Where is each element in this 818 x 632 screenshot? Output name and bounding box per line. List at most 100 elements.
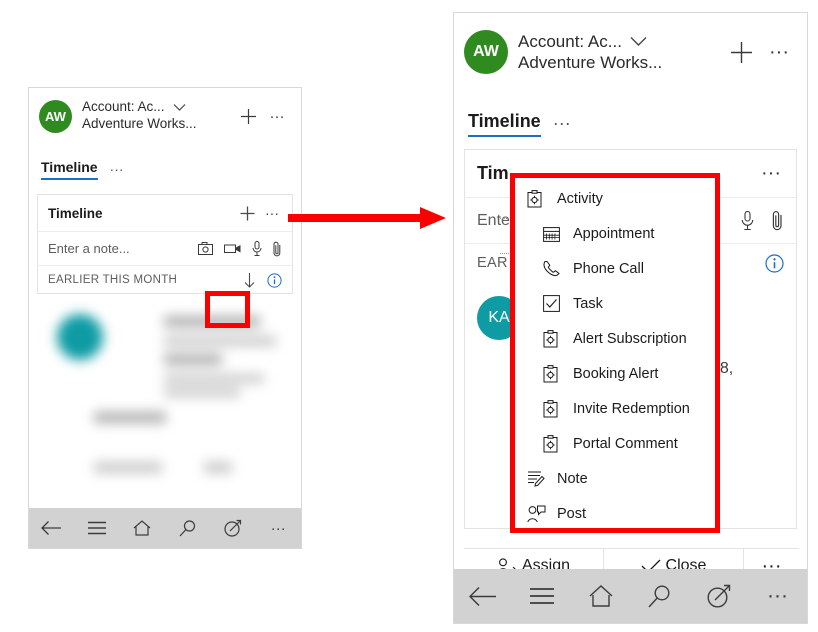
hamburger-menu-icon[interactable] bbox=[84, 515, 110, 541]
avatar: AW bbox=[464, 30, 508, 74]
menu-item-label: Task bbox=[573, 295, 603, 312]
plus-icon[interactable] bbox=[237, 105, 259, 127]
blurred-timeline-record bbox=[39, 302, 291, 487]
blur-line bbox=[164, 374, 264, 383]
home-icon[interactable] bbox=[129, 515, 155, 541]
info-circle-icon[interactable] bbox=[765, 253, 784, 273]
task-checkbox-icon bbox=[543, 295, 565, 312]
back-arrow-icon[interactable] bbox=[39, 515, 65, 541]
section-icon-group bbox=[244, 272, 282, 288]
menu-item-label: Booking Alert bbox=[573, 365, 659, 382]
pen-circle-icon[interactable] bbox=[220, 515, 246, 541]
more-ellipsis-icon[interactable]: ··· bbox=[761, 579, 795, 613]
note-input-row[interactable]: Enter a note... bbox=[38, 232, 292, 266]
chevron-down-icon[interactable] bbox=[173, 103, 186, 112]
account-header: AW Account: Ac... Adventure Works... ··· bbox=[454, 13, 807, 91]
plus-icon[interactable] bbox=[727, 38, 755, 66]
calendar-icon bbox=[543, 226, 565, 242]
microphone-icon[interactable] bbox=[252, 241, 262, 256]
menu-item-invite-redemption[interactable]: Invite Redemption bbox=[515, 391, 715, 426]
camera-icon[interactable] bbox=[198, 242, 213, 255]
clipboard-gear-icon bbox=[543, 434, 565, 453]
menu-item-label: Invite Redemption bbox=[573, 400, 690, 417]
tabbar: Timeline ··· bbox=[29, 144, 301, 180]
attachment-icon[interactable] bbox=[772, 210, 784, 231]
timeline-section-header: EARLIER THIS MONTH bbox=[38, 266, 292, 294]
menu-item-post[interactable]: Post bbox=[515, 496, 715, 531]
blur-line bbox=[204, 462, 232, 473]
account-header: AW Account: Ac... Adventure Works... ··· bbox=[29, 88, 301, 144]
record-avatar-initials: KA bbox=[488, 309, 510, 326]
hamburger-menu-icon[interactable] bbox=[525, 579, 559, 613]
tab-more-icon[interactable]: ··· bbox=[553, 113, 571, 137]
red-flow-arrow bbox=[288, 200, 448, 236]
search-icon[interactable] bbox=[175, 515, 201, 541]
clipboard-gear-icon bbox=[527, 189, 549, 208]
account-entity-label: Account: Ac... bbox=[82, 99, 165, 115]
back-arrow-icon[interactable] bbox=[466, 579, 500, 613]
blur-line bbox=[94, 412, 166, 423]
arrow-down-icon[interactable] bbox=[244, 272, 255, 288]
pen-circle-icon[interactable] bbox=[702, 579, 736, 613]
more-ellipsis-icon[interactable]: ··· bbox=[267, 106, 287, 126]
menu-item-alert-subscription[interactable]: Alert Subscription bbox=[515, 321, 715, 356]
menu-item-label: Alert Subscription bbox=[573, 330, 687, 347]
microphone-icon[interactable] bbox=[741, 211, 754, 230]
menu-item-label: Activity bbox=[557, 190, 603, 207]
avatar-initials: AW bbox=[45, 108, 66, 124]
menu-item-appointment[interactable]: Appointment bbox=[515, 216, 715, 251]
section-icon-group bbox=[765, 253, 784, 273]
search-icon[interactable] bbox=[643, 579, 677, 613]
tab-timeline[interactable]: Timeline bbox=[41, 159, 98, 180]
menu-item-note[interactable]: Note bbox=[515, 461, 715, 496]
account-name-label: Adventure Works... bbox=[518, 53, 663, 72]
record-avatar bbox=[57, 314, 103, 360]
clipboard-gear-icon bbox=[543, 364, 565, 383]
blur-line bbox=[164, 354, 222, 365]
menu-item-task[interactable]: Task bbox=[515, 286, 715, 321]
tab-more-icon[interactable]: ··· bbox=[110, 161, 124, 180]
home-icon[interactable] bbox=[584, 579, 618, 613]
section-label: EARLIER THIS MONTH bbox=[48, 274, 178, 286]
phone-icon bbox=[543, 260, 565, 277]
menu-item-booking-alert[interactable]: Booking Alert bbox=[515, 356, 715, 391]
red-highlight-plus-button bbox=[205, 291, 250, 328]
video-icon[interactable] bbox=[224, 243, 241, 254]
more-ellipsis-icon[interactable]: ··· bbox=[265, 515, 291, 541]
timeline-card-title: Timeline bbox=[48, 205, 103, 221]
menu-item-label: Phone Call bbox=[573, 260, 644, 277]
timeline-card: Timeline ··· Enter a note... EARLIER THI… bbox=[37, 194, 293, 294]
menu-item-label: Note bbox=[557, 470, 588, 487]
section-label: EAR bbox=[477, 255, 508, 271]
avatar-initials: AW bbox=[473, 43, 499, 60]
note-placeholder: Ente bbox=[477, 211, 510, 229]
menu-item-portal-comment[interactable]: Portal Comment bbox=[515, 426, 715, 461]
more-ellipsis-icon[interactable]: ··· bbox=[758, 162, 784, 185]
menu-item-label: Post bbox=[557, 505, 587, 522]
timeline-card-title: Tim bbox=[477, 163, 509, 183]
account-entity-label: Account: Ac... bbox=[518, 31, 622, 51]
menu-item-phone-call[interactable]: Phone Call bbox=[515, 251, 715, 286]
blur-line bbox=[164, 388, 240, 397]
note-icon-group bbox=[198, 241, 282, 257]
menu-item-activity[interactable]: Activity bbox=[515, 181, 715, 216]
account-title-block: Account: Ac... Adventure Works... bbox=[518, 31, 662, 74]
info-circle-icon[interactable] bbox=[267, 272, 282, 288]
chevron-down-icon[interactable] bbox=[630, 36, 647, 47]
post-person-icon bbox=[527, 505, 549, 523]
clipboard-gear-icon bbox=[543, 399, 565, 418]
plus-icon[interactable] bbox=[232, 201, 262, 225]
left-screenshot-panel: AW Account: Ac... Adventure Works... ···… bbox=[28, 87, 302, 549]
more-ellipsis-icon[interactable]: ··· bbox=[262, 205, 282, 221]
avatar: AW bbox=[39, 99, 72, 133]
attachment-icon[interactable] bbox=[273, 241, 282, 257]
note-placeholder: Enter a note... bbox=[48, 241, 130, 256]
create-timeline-record-menu[interactable]: Activity Appointment Phone Call Task Ale… bbox=[515, 178, 715, 528]
tabbar: Timeline ··· bbox=[454, 91, 807, 137]
menu-item-label: Appointment bbox=[573, 225, 655, 242]
menu-item-label: Portal Comment bbox=[573, 435, 678, 452]
tab-timeline[interactable]: Timeline bbox=[468, 111, 541, 137]
blur-line bbox=[164, 336, 276, 346]
blur-line bbox=[94, 462, 162, 473]
more-ellipsis-icon[interactable]: ··· bbox=[767, 40, 791, 64]
